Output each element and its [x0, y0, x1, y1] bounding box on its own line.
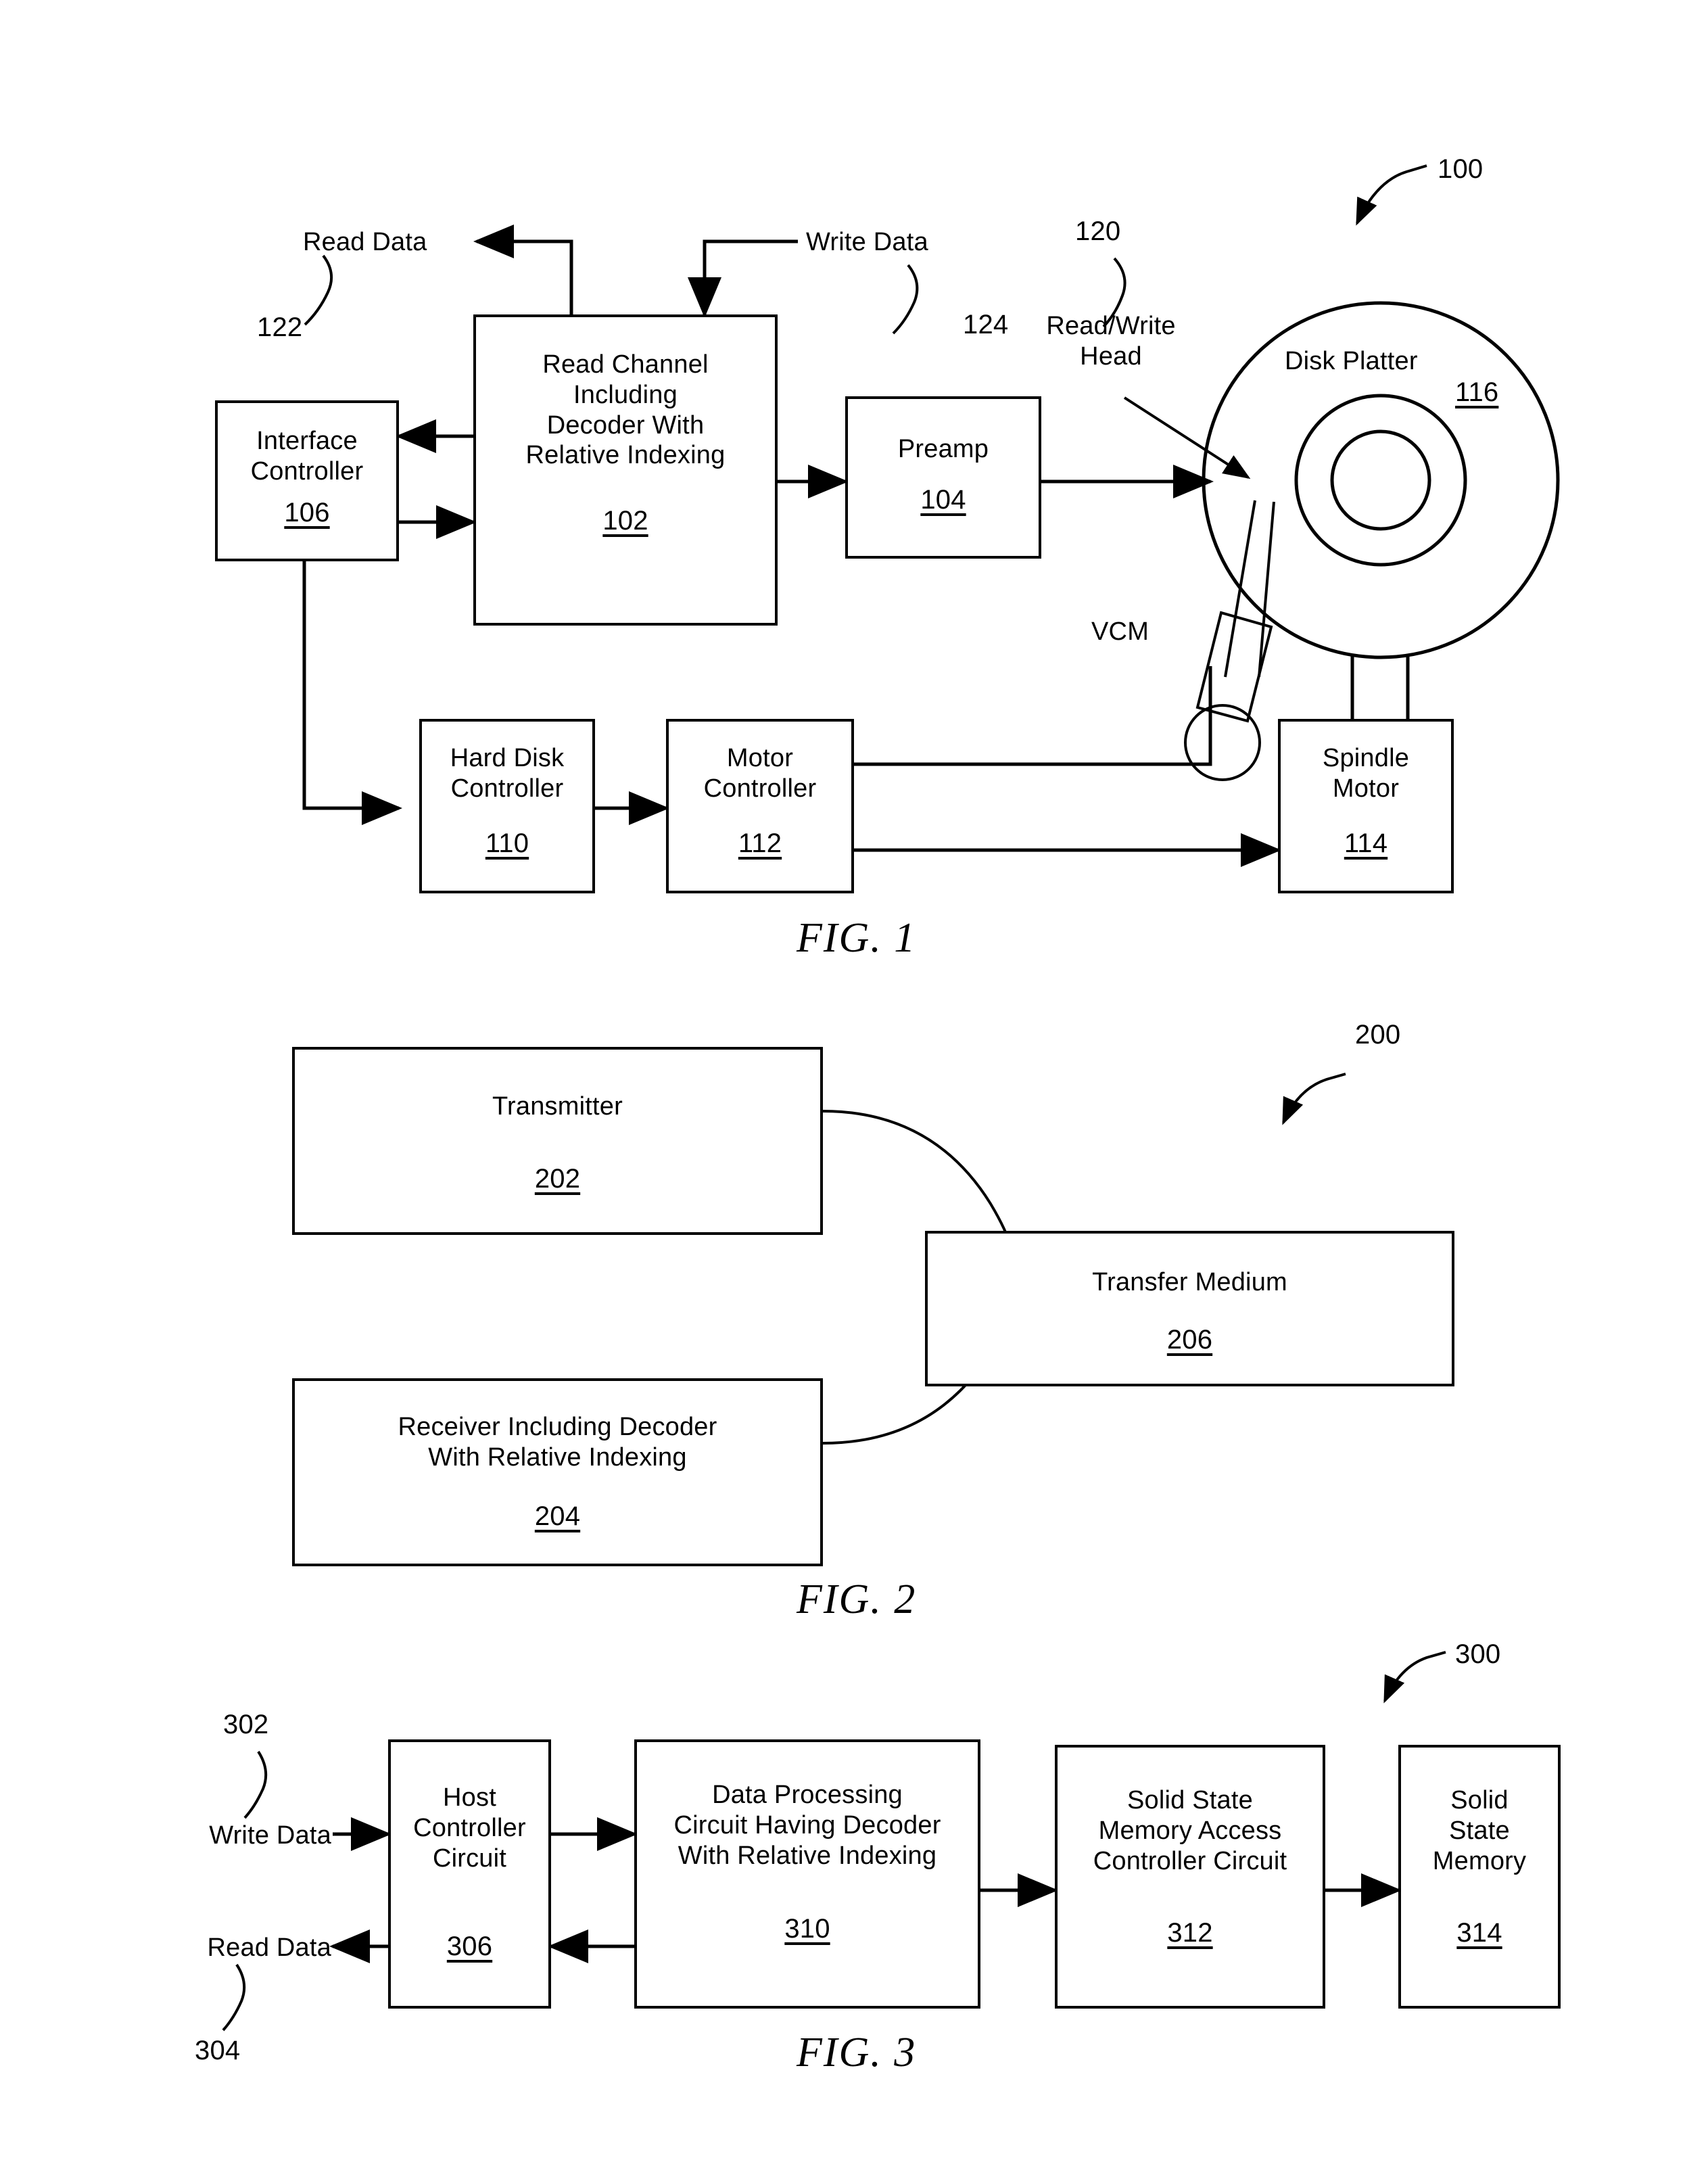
block-reference-number: 104 — [920, 484, 966, 515]
reference-122: 122 — [257, 312, 303, 342]
figure-caption-3: FIG. 3 — [797, 2030, 917, 2076]
block-transmitter[interactable]: Transmitter 202 — [292, 1047, 823, 1235]
reference-124: 124 — [963, 310, 1009, 339]
block-host-controller-circuit[interactable]: Host Controller Circuit 306 — [388, 1739, 551, 2009]
label-read-write-head: Read/Write Head — [1046, 312, 1176, 371]
block-solid-state-memory[interactable]: Solid State Memory 314 — [1398, 1745, 1561, 2009]
figure-caption-2: FIG. 2 — [797, 1576, 917, 1622]
block-title: Transmitter — [492, 1092, 623, 1121]
block-reference-number: 110 — [485, 828, 529, 858]
block-reference-number: 312 — [1167, 1918, 1213, 1948]
block-interface-controller[interactable]: Interface Controller 106 — [215, 400, 399, 561]
label-vcm: VCM — [1091, 617, 1149, 646]
patent-drawing-sheet: Interface Controller 106 Read Channel In… — [0, 0, 1708, 2179]
block-reference-number: 106 — [284, 497, 330, 528]
block-reference-number: 314 — [1456, 1918, 1502, 1948]
block-title: Hard Disk Controller — [450, 744, 565, 803]
block-title: Motor Controller — [703, 744, 817, 803]
block-title: Solid State Memory Access Controller Cir… — [1093, 1786, 1287, 1875]
block-reference-number: 206 — [1166, 1324, 1213, 1355]
block-title: Spindle Motor — [1322, 744, 1410, 803]
block-spindle-motor[interactable]: Spindle Motor 114 — [1278, 719, 1454, 893]
block-reference-number: 204 — [534, 1501, 581, 1531]
block-transfer-medium[interactable]: Transfer Medium 206 — [925, 1231, 1454, 1386]
block-reference-number: 310 — [784, 1914, 830, 1944]
figure-caption-1: FIG. 1 — [797, 915, 917, 961]
reference-300: 300 — [1455, 1639, 1501, 1669]
reference-116: 116 — [1455, 377, 1499, 407]
reference-302: 302 — [223, 1710, 269, 1739]
block-preamp[interactable]: Preamp 104 — [845, 396, 1041, 559]
reference-120: 120 — [1075, 216, 1121, 246]
label-read-data: Read Data — [303, 228, 427, 256]
block-reference-number: 202 — [534, 1163, 581, 1194]
block-title: Receiver Including Decoder With Relative… — [398, 1413, 717, 1472]
block-title: Read Channel Including Decoder With Rela… — [525, 350, 726, 470]
block-title: Solid State Memory — [1432, 1786, 1527, 1875]
label-write-data-fig3: Write Data — [209, 1821, 331, 1850]
block-title: Preamp — [897, 435, 989, 463]
block-title: Interface Controller — [250, 427, 364, 486]
reference-304: 304 — [195, 2036, 241, 2065]
block-reference-number: 114 — [1344, 828, 1388, 858]
block-title: Data Processing Circuit Having Decoder W… — [673, 1781, 941, 1870]
block-read-channel[interactable]: Read Channel Including Decoder With Rela… — [473, 314, 778, 626]
block-title: Transfer Medium — [1092, 1268, 1287, 1296]
block-title: Host Controller Circuit — [413, 1783, 526, 1873]
block-reference-number: 306 — [446, 1931, 493, 1962]
block-solid-state-memory-access-controller[interactable]: Solid State Memory Access Controller Cir… — [1055, 1745, 1325, 2009]
block-receiver[interactable]: Receiver Including Decoder With Relative… — [292, 1378, 823, 1566]
block-hard-disk-controller[interactable]: Hard Disk Controller 110 — [419, 719, 595, 893]
block-reference-number: 102 — [602, 506, 648, 536]
label-disk-platter: Disk Platter — [1285, 347, 1418, 375]
block-reference-number: 112 — [738, 828, 782, 858]
block-data-processing-circuit[interactable]: Data Processing Circuit Having Decoder W… — [634, 1739, 980, 2009]
reference-100: 100 — [1438, 154, 1484, 184]
block-motor-controller[interactable]: Motor Controller 112 — [666, 719, 854, 893]
label-write-data: Write Data — [806, 228, 928, 256]
label-read-data-fig3: Read Data — [207, 1934, 331, 1962]
reference-200: 200 — [1355, 1020, 1401, 1050]
